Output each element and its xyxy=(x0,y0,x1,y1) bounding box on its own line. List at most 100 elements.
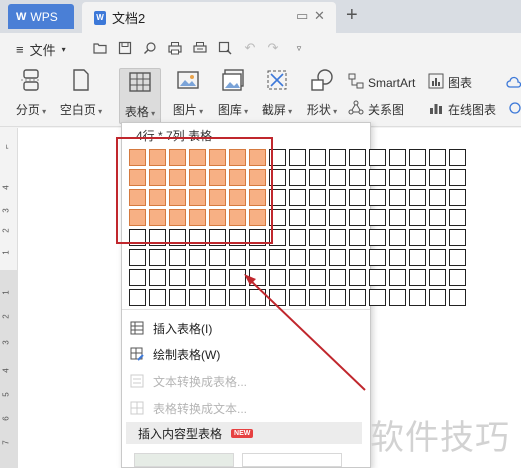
save-icon[interactable] xyxy=(118,41,132,55)
grid-cell-selected[interactable] xyxy=(209,169,226,186)
grid-cell-selected[interactable] xyxy=(189,149,206,166)
grid-cell-selected[interactable] xyxy=(229,169,246,186)
grid-cell[interactable] xyxy=(169,289,186,306)
grid-cell[interactable] xyxy=(389,209,406,226)
grid-cell[interactable] xyxy=(189,269,206,286)
grid-cell[interactable] xyxy=(249,229,266,246)
grid-cell[interactable] xyxy=(309,249,326,266)
grid-cell-selected[interactable] xyxy=(189,169,206,186)
grid-cell-selected[interactable] xyxy=(149,209,166,226)
grid-cell-selected[interactable] xyxy=(129,149,146,166)
grid-cell[interactable] xyxy=(429,289,446,306)
grid-cell-selected[interactable] xyxy=(129,189,146,206)
relation-chart-button[interactable]: 关系图 xyxy=(348,100,404,119)
grid-cell[interactable] xyxy=(429,169,446,186)
grid-cell-selected[interactable] xyxy=(229,209,246,226)
page-break-button[interactable]: 分页 xyxy=(10,67,52,118)
grid-cell[interactable] xyxy=(429,229,446,246)
grid-cell-selected[interactable] xyxy=(249,149,266,166)
grid-cell[interactable] xyxy=(449,149,466,166)
grid-cell[interactable] xyxy=(329,229,346,246)
grid-cell[interactable] xyxy=(269,269,286,286)
grid-cell[interactable] xyxy=(289,269,306,286)
insert-content-table-item[interactable]: 插入内容型表格 NEW xyxy=(126,422,362,444)
grid-cell-selected[interactable] xyxy=(229,189,246,206)
grid-cell[interactable] xyxy=(429,149,446,166)
grid-cell[interactable] xyxy=(409,209,426,226)
grid-cell-selected[interactable] xyxy=(189,189,206,206)
grid-cell-selected[interactable] xyxy=(189,209,206,226)
grid-cell[interactable] xyxy=(369,149,386,166)
grid-cell[interactable] xyxy=(309,289,326,306)
grid-cell[interactable] xyxy=(269,149,286,166)
grid-cell[interactable] xyxy=(309,169,326,186)
find-icon[interactable] xyxy=(143,41,157,55)
grid-cell-selected[interactable] xyxy=(249,209,266,226)
grid-cell[interactable] xyxy=(209,249,226,266)
grid-cell[interactable] xyxy=(429,209,446,226)
grid-cell[interactable] xyxy=(129,249,146,266)
grid-cell-selected[interactable] xyxy=(209,149,226,166)
grid-cell[interactable] xyxy=(149,269,166,286)
grid-cell[interactable] xyxy=(409,189,426,206)
partial-icon[interactable] xyxy=(506,101,521,118)
grid-cell-selected[interactable] xyxy=(149,169,166,186)
grid-cell-selected[interactable] xyxy=(229,149,246,166)
grid-cell[interactable] xyxy=(149,289,166,306)
grid-cell[interactable] xyxy=(269,169,286,186)
grid-cell[interactable] xyxy=(229,289,246,306)
grid-cell[interactable] xyxy=(169,229,186,246)
grid-cell[interactable] xyxy=(329,289,346,306)
grid-cell[interactable] xyxy=(209,229,226,246)
grid-cell[interactable] xyxy=(129,229,146,246)
chart-button[interactable]: 图表 xyxy=(428,73,472,92)
draw-table-item[interactable]: 绘制表格(W) xyxy=(130,343,362,365)
grid-cell-selected[interactable] xyxy=(129,209,146,226)
grid-cell[interactable] xyxy=(389,189,406,206)
grid-cell[interactable] xyxy=(409,289,426,306)
grid-cell[interactable] xyxy=(369,209,386,226)
grid-cell[interactable] xyxy=(369,289,386,306)
grid-cell[interactable] xyxy=(129,289,146,306)
grid-cell[interactable] xyxy=(269,229,286,246)
grid-cell[interactable] xyxy=(349,249,366,266)
redo-icon[interactable]: ↷ xyxy=(266,41,280,55)
text-to-table-item[interactable]: 文本转换成表格... xyxy=(130,370,362,392)
grid-cell-selected[interactable] xyxy=(249,169,266,186)
new-tab-button[interactable]: + xyxy=(346,4,358,27)
grid-cell[interactable] xyxy=(449,209,466,226)
grid-cell[interactable] xyxy=(369,269,386,286)
table-template-thumb[interactable] xyxy=(134,453,234,467)
grid-cell[interactable] xyxy=(309,269,326,286)
grid-cell[interactable] xyxy=(289,149,306,166)
grid-cell[interactable] xyxy=(249,249,266,266)
blank-page-button[interactable]: 空白页 xyxy=(56,67,106,118)
grid-cell[interactable] xyxy=(449,189,466,206)
grid-cell[interactable] xyxy=(289,249,306,266)
tab-wps-home[interactable]: W WPS xyxy=(8,4,74,29)
grid-cell[interactable] xyxy=(269,289,286,306)
grid-cell[interactable] xyxy=(269,249,286,266)
grid-cell[interactable] xyxy=(189,229,206,246)
grid-cell[interactable] xyxy=(229,229,246,246)
grid-cell[interactable] xyxy=(229,269,246,286)
grid-cell[interactable] xyxy=(349,229,366,246)
grid-cell[interactable] xyxy=(229,249,246,266)
grid-cell[interactable] xyxy=(289,169,306,186)
grid-cell[interactable] xyxy=(349,189,366,206)
grid-cell[interactable] xyxy=(289,209,306,226)
print-icon[interactable] xyxy=(168,41,182,55)
grid-cell[interactable] xyxy=(449,229,466,246)
grid-cell[interactable] xyxy=(209,269,226,286)
table-template-thumb[interactable] xyxy=(242,453,342,467)
grid-cell[interactable] xyxy=(389,249,406,266)
grid-cell[interactable] xyxy=(269,189,286,206)
grid-cell[interactable] xyxy=(249,289,266,306)
grid-cell[interactable] xyxy=(449,289,466,306)
grid-cell[interactable] xyxy=(269,209,286,226)
grid-cell-selected[interactable] xyxy=(169,169,186,186)
gallery-button[interactable]: 图库 xyxy=(213,67,253,118)
grid-cell[interactable] xyxy=(309,209,326,226)
grid-cell[interactable] xyxy=(309,149,326,166)
more-icon[interactable]: ▿ xyxy=(292,41,306,55)
